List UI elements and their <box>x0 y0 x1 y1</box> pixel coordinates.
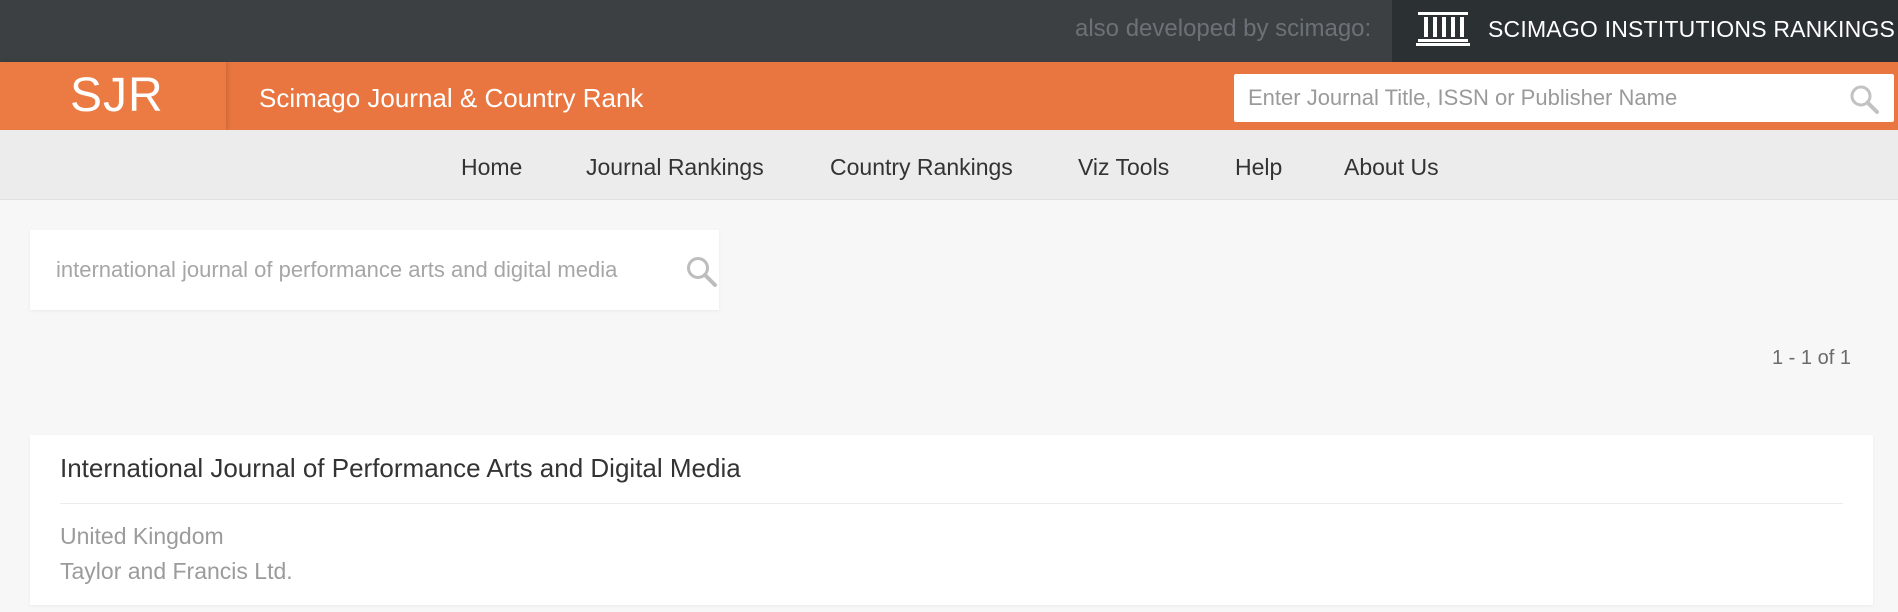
nav-home[interactable]: Home <box>461 154 522 181</box>
nav-viz-tools[interactable]: Viz Tools <box>1078 154 1169 181</box>
institution-icon <box>1416 12 1470 46</box>
header-search-input[interactable] <box>1234 74 1834 122</box>
search-icon[interactable] <box>1848 83 1880 115</box>
journal-search-input[interactable] <box>56 230 666 310</box>
nav-country-rankings[interactable]: Country Rankings <box>830 154 1013 181</box>
sjr-logo-link[interactable]: SJR <box>0 62 226 130</box>
search-icon[interactable] <box>684 254 718 288</box>
results-count: 1 - 1 of 1 <box>1772 347 1851 369</box>
journal-search-card <box>30 230 719 310</box>
sir-label: SCIMAGO INSTITUTIONS RANKINGS <box>1488 16 1896 42</box>
site-title[interactable]: Scimago Journal & Country Rank <box>259 83 643 114</box>
journal-title-link[interactable]: International Journal of Performance Art… <box>60 453 741 484</box>
nav-about-us[interactable]: About Us <box>1344 154 1439 181</box>
sjr-logo: SJR <box>70 69 164 122</box>
result-card[interactable]: International Journal of Performance Art… <box>30 435 1873 605</box>
top-bar: also developed by scimago: SCIMAGO INSTI… <box>0 0 1898 62</box>
journal-country: United Kingdom <box>60 523 224 549</box>
divider <box>60 503 1843 504</box>
main-nav: Home Journal Rankings Country Rankings V… <box>0 130 1898 200</box>
also-developed-text: also developed by scimago: <box>1075 15 1372 42</box>
sir-link[interactable]: SCIMAGO INSTITUTIONS RANKINGS <box>1392 0 1898 62</box>
nav-help[interactable]: Help <box>1235 154 1282 181</box>
header-bar: SJR Scimago Journal & Country Rank <box>0 62 1898 130</box>
header-search <box>1234 74 1894 122</box>
journal-publisher: Taylor and Francis Ltd. <box>60 558 293 584</box>
nav-journal-rankings[interactable]: Journal Rankings <box>586 154 764 181</box>
